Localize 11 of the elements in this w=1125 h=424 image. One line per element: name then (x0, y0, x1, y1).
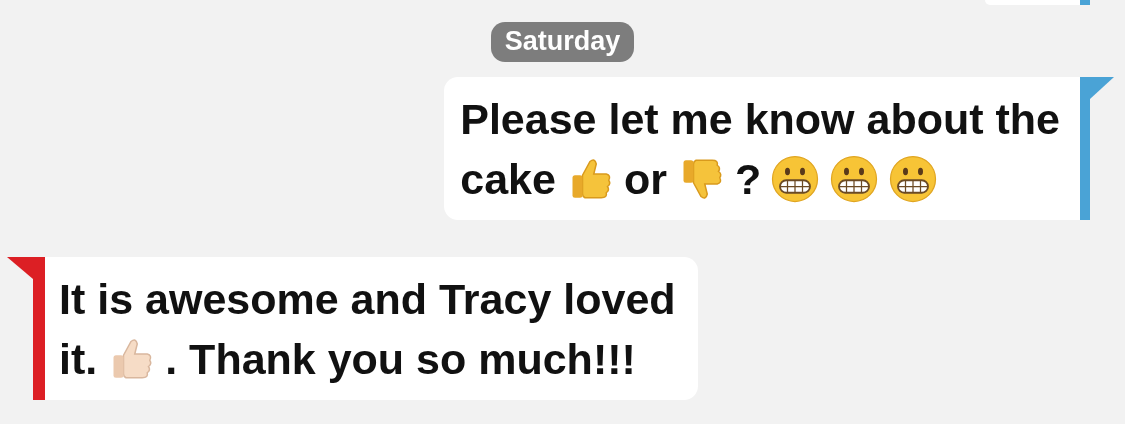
message-text: ? (734, 154, 762, 204)
message-text: it. (59, 334, 98, 384)
message-text: cake (460, 154, 556, 204)
message-text: or (623, 154, 667, 204)
message-text: . Thank you so much!!! (165, 334, 636, 384)
date-label: Saturday (490, 22, 635, 62)
message-text: It is awesome and Tracy loved (59, 274, 676, 324)
grimacing-face-icon (829, 154, 880, 204)
grimacing-face-icon (770, 154, 821, 204)
message-text: Please let me know about the (460, 94, 1060, 144)
grimacing-face-icon (888, 154, 939, 204)
